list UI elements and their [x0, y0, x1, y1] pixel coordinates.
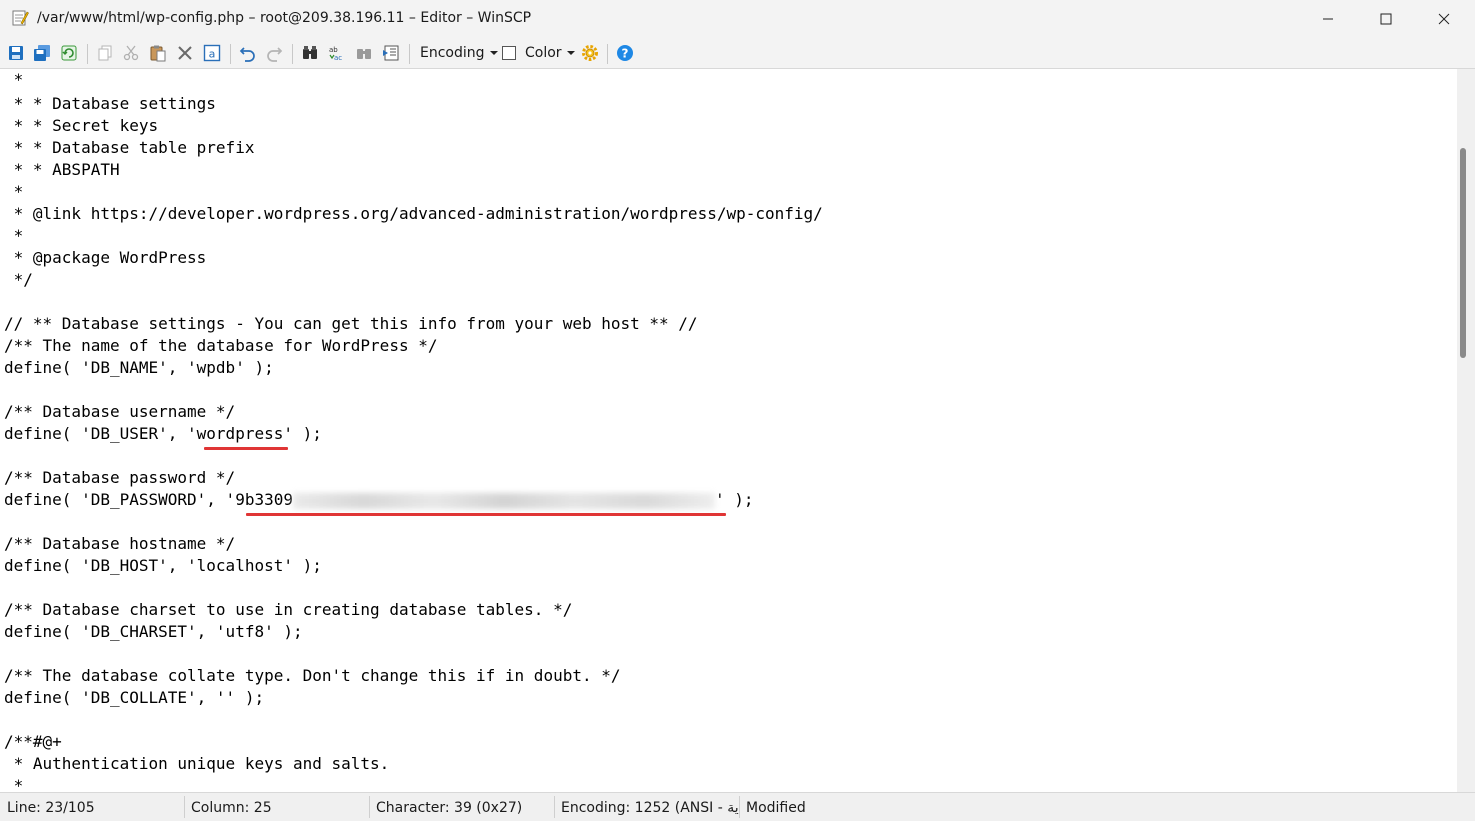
- status-encoding: Encoding: 1252 (ANSI - ية: [561, 800, 739, 816]
- code-line: /** The name of the database for WordPre…: [4, 336, 438, 355]
- maximize-button[interactable]: [1357, 0, 1415, 38]
- preferences-button[interactable]: [579, 42, 601, 64]
- paste-icon: [150, 45, 166, 62]
- svg-text:ab: ab: [329, 46, 338, 54]
- select-all-button[interactable]: a: [201, 42, 223, 64]
- code-line: define( 'DB_HOST', 'localhost' );: [4, 556, 322, 575]
- settings-icon: [582, 45, 598, 61]
- title-bar: /var/www/html/wp-config.php – root@209.3…: [0, 0, 1475, 38]
- code-line: *: [4, 70, 24, 89]
- redacted-password: [292, 492, 715, 509]
- code-line: /** The database collate type. Don't cha…: [4, 666, 621, 685]
- status-character: Character: 39 (0x27): [376, 800, 523, 816]
- minimize-icon: [1323, 18, 1333, 20]
- save-all-icon: [34, 45, 50, 61]
- svg-text:a: a: [209, 48, 216, 61]
- delete-icon: [178, 46, 192, 60]
- redo-button[interactable]: [263, 42, 285, 64]
- code-line: * * ABSPATH: [4, 160, 120, 179]
- annotation-underline-password: [246, 513, 726, 516]
- code-line: * @link https://developer.wordpress.org/…: [4, 204, 823, 223]
- copy-icon: [98, 45, 112, 61]
- status-column: Column: 25: [191, 800, 272, 816]
- undo-icon: [239, 47, 255, 62]
- code-line: /** Database username */: [4, 402, 236, 421]
- help-button[interactable]: ?: [614, 42, 636, 64]
- find-button[interactable]: [299, 42, 321, 64]
- code-line: define( 'DB_CHARSET', 'utf8' );: [4, 622, 303, 641]
- annotation-underline-username: [204, 447, 288, 450]
- code-line: /** Database charset to use in creating …: [4, 600, 573, 619]
- save-button[interactable]: [5, 42, 27, 64]
- paste-button[interactable]: [147, 42, 169, 64]
- code-line: */: [4, 270, 33, 289]
- find-icon: [303, 46, 317, 59]
- save-all-button[interactable]: [31, 42, 53, 64]
- maximize-icon: [1380, 13, 1392, 25]
- cut-button[interactable]: [120, 42, 142, 64]
- find-next-icon: [357, 49, 371, 59]
- reload-icon: [61, 45, 77, 61]
- color-checkbox[interactable]: [502, 46, 516, 60]
- encoding-dropdown[interactable]: Encoding: [420, 45, 498, 61]
- select-all-icon: a: [203, 44, 221, 62]
- code-line: define( 'DB_NAME', 'wpdb' );: [4, 358, 274, 377]
- replace-icon: abac: [329, 46, 342, 62]
- code-line: /** Database password */: [4, 468, 236, 487]
- code-line: *: [4, 226, 24, 245]
- code-line: /** Database hostname */: [4, 534, 236, 553]
- code-line: * * Database table prefix: [4, 138, 255, 157]
- code-line: // ** Database settings - You can get th…: [4, 314, 698, 333]
- close-button[interactable]: [1415, 0, 1473, 38]
- code-line: * * Secret keys: [4, 116, 159, 135]
- save-icon: [9, 46, 23, 60]
- status-line: Line: 23/105: [7, 800, 95, 816]
- code-line-password: define( 'DB_PASSWORD', '9b3309 ' );: [4, 490, 754, 509]
- help-icon: ?: [617, 45, 633, 61]
- minimize-button[interactable]: [1299, 0, 1357, 38]
- close-icon: [1438, 13, 1450, 25]
- delete-button[interactable]: [174, 42, 196, 64]
- goto-line-icon: [383, 45, 399, 61]
- replace-button[interactable]: ab ac: [326, 42, 348, 64]
- cut-icon: [123, 45, 139, 61]
- color-dropdown[interactable]: Color: [525, 45, 575, 61]
- svg-text:?: ?: [622, 47, 629, 61]
- chevron-down-icon: [489, 51, 498, 55]
- code-line: * @package WordPress: [4, 248, 207, 267]
- status-bar: Line: 23/105 Column: 25 Character: 39 (0…: [0, 792, 1475, 821]
- code-line: /**#@+: [4, 732, 62, 751]
- code-line: * * Database settings: [4, 94, 216, 113]
- goto-line-button[interactable]: [380, 42, 402, 64]
- status-modified: Modified: [746, 800, 806, 816]
- scrollbar-thumb[interactable]: [1460, 148, 1466, 358]
- toolbar: a ab ac Encoding Color ?: [0, 38, 1475, 69]
- code-line: *: [4, 776, 24, 792]
- find-next-button[interactable]: [353, 42, 375, 64]
- svg-text:ac: ac: [334, 54, 342, 62]
- code-line: *: [4, 182, 24, 201]
- code-line: define( 'DB_COLLATE', '' );: [4, 688, 265, 707]
- code-line: * Authentication unique keys and salts.: [4, 754, 390, 773]
- notepad-icon: [11, 9, 29, 27]
- code-line: define( 'DB_USER', 'wordpress' );: [4, 424, 322, 443]
- chevron-down-icon: [566, 51, 575, 55]
- copy-button[interactable]: [94, 42, 116, 64]
- undo-button[interactable]: [237, 42, 259, 64]
- reload-button[interactable]: [58, 42, 80, 64]
- redo-icon: [267, 47, 283, 62]
- text-editor[interactable]: * * * Database settings * * Secret keys …: [0, 69, 1457, 792]
- window-title: /var/www/html/wp-config.php – root@209.3…: [37, 10, 532, 26]
